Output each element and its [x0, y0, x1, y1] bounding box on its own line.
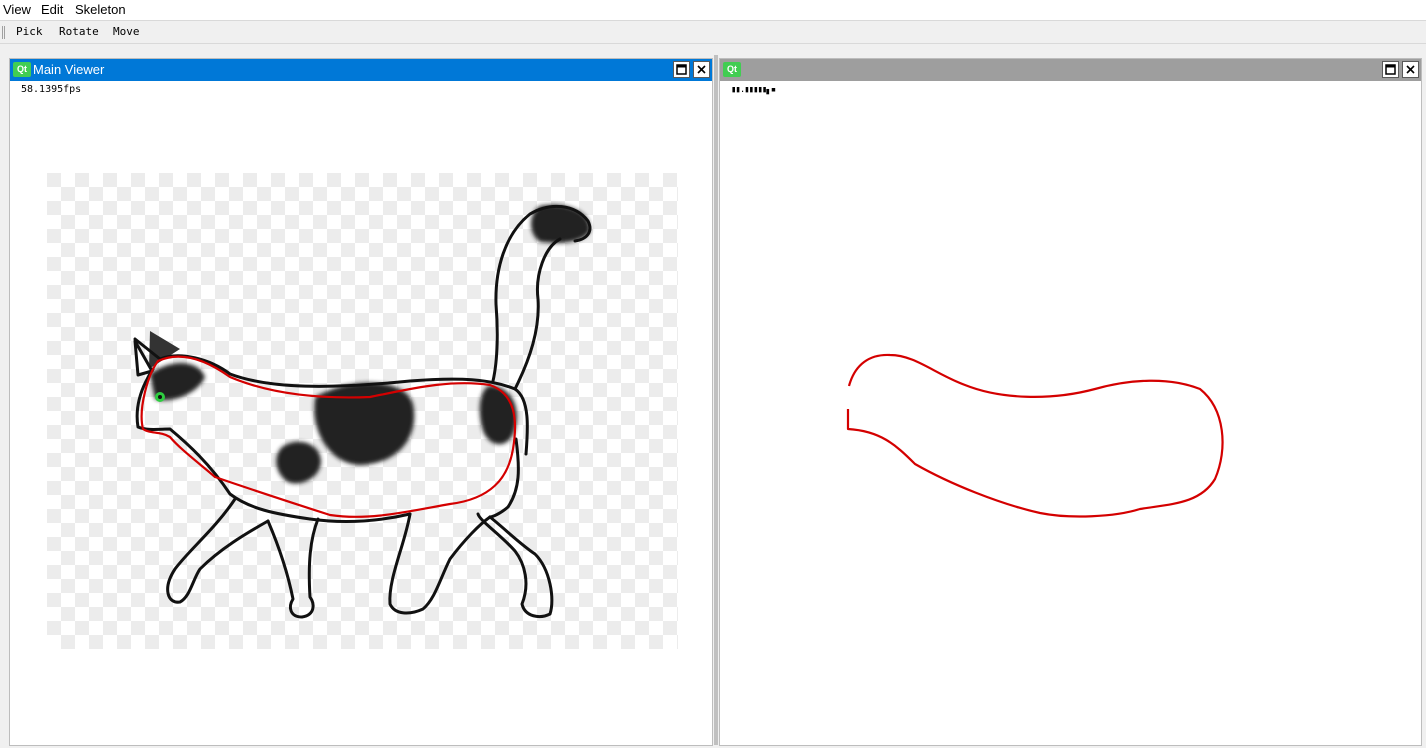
mdi-divider — [714, 55, 718, 745]
menu-bar: View Edit Skeleton — [0, 0, 1426, 20]
skeleton-joint-marker[interactable] — [155, 392, 165, 402]
toolbar-separator — [0, 43, 1426, 44]
rotate-button[interactable]: Rotate — [59, 25, 99, 38]
main-viewer-window[interactable]: Qt Main Viewer 58.1395fps — [9, 58, 713, 746]
toolbar-grip-icon[interactable] — [2, 26, 5, 39]
main-viewer-canvas[interactable] — [10, 59, 713, 746]
toolbar: Pick Rotate Move — [0, 21, 1426, 43]
skeleton-outline-shape[interactable] — [846, 353, 1224, 518]
menu-view[interactable]: View — [3, 1, 31, 18]
second-viewer-canvas[interactable] — [720, 59, 1422, 746]
pick-button[interactable]: Pick — [16, 25, 43, 38]
menu-edit[interactable]: Edit — [41, 1, 63, 18]
second-viewer-window[interactable]: Qt ▮▮.▮▮▮▮▮▖▪ — [719, 58, 1422, 746]
move-button[interactable]: Move — [113, 25, 140, 38]
menu-skeleton[interactable]: Skeleton — [75, 1, 126, 18]
